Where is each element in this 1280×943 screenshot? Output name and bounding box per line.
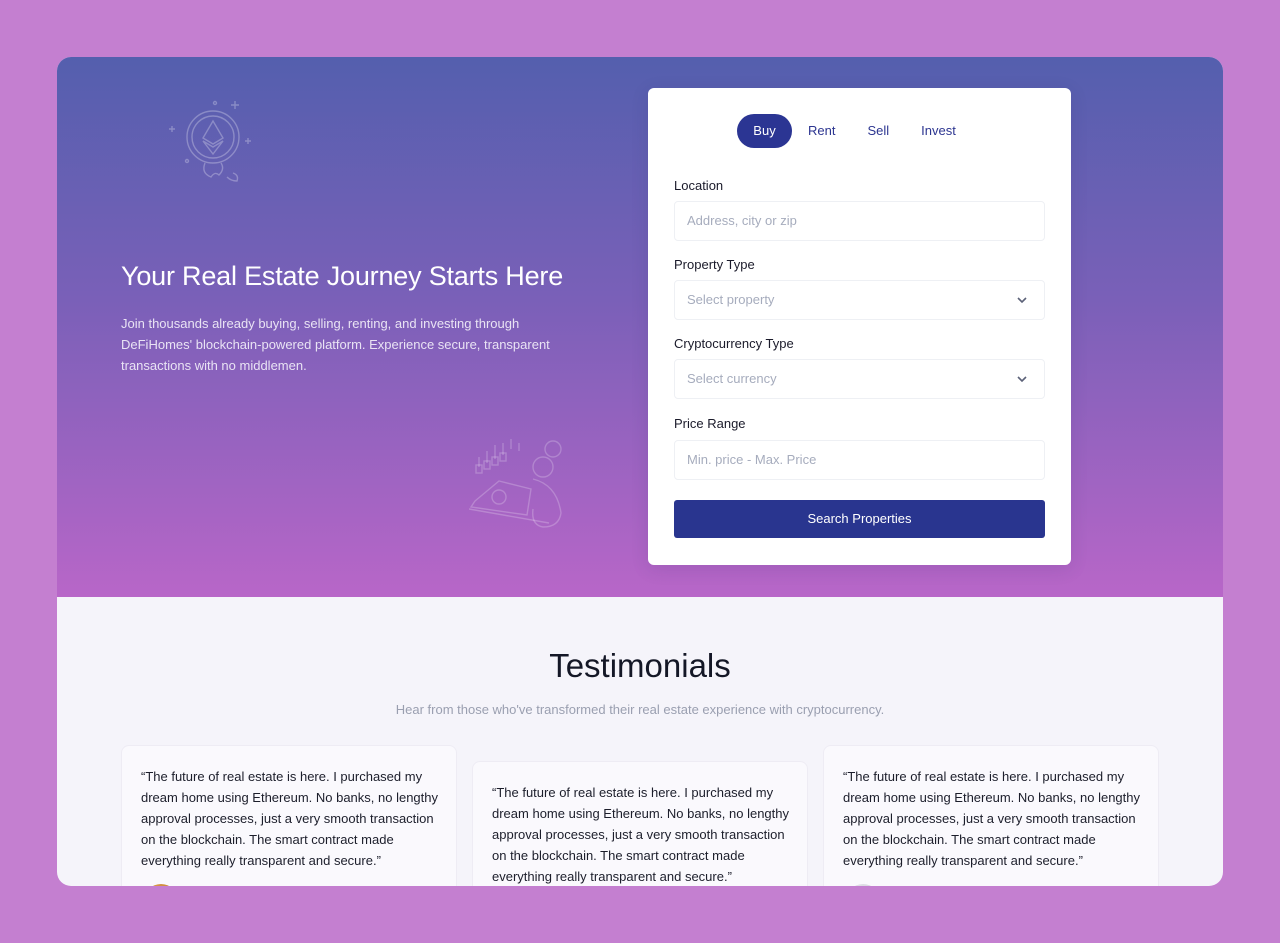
crypto-type-label: Cryptocurrency Type: [674, 336, 794, 351]
location-input[interactable]: Address, city or zip: [674, 201, 1045, 241]
testimonials-subtitle: Hear from those who've transformed their…: [395, 702, 885, 717]
property-type-select[interactable]: Select property: [674, 280, 1045, 320]
chevron-down-icon: [1017, 376, 1027, 383]
price-range-label: Price Range: [674, 416, 746, 431]
crypto-type-select[interactable]: Select currency: [674, 359, 1045, 399]
testimonial-card: “The future of real estate is here. I pu…: [121, 745, 457, 886]
ethereum-coin-icon: [169, 100, 251, 182]
tab-sell[interactable]: Sell: [851, 114, 905, 148]
crypto-type-value: Select currency: [687, 371, 777, 386]
tab-buy[interactable]: Buy: [737, 114, 792, 148]
avatar: [144, 884, 178, 886]
location-label: Location: [674, 178, 724, 193]
testimonial-quote: “The future of real estate is here. I pu…: [492, 785, 790, 884]
testimonial-card: “The future of real estate is here. I pu…: [823, 745, 1159, 886]
avatar: [846, 884, 880, 886]
testimonials-title: Testimonials: [549, 647, 731, 684]
price-range-input[interactable]: Min. price - Max. Price: [674, 440, 1045, 480]
hero-description: Join thousands already buying, selling, …: [121, 316, 550, 373]
hero-title: Your Real Estate Journey Starts Here: [121, 261, 564, 291]
crypto-trader-icon: [469, 439, 562, 528]
page-frame: Your Real Estate Journey Starts Here Joi…: [57, 57, 1223, 886]
tab-invest[interactable]: Invest: [905, 114, 972, 148]
hero-section: Your Real Estate Journey Starts Here Joi…: [57, 57, 1223, 597]
testimonial-quote: “The future of real estate is here. I pu…: [843, 769, 1141, 868]
search-mode-tabs: Buy Rent Sell Invest: [737, 114, 972, 148]
property-type-label: Property Type: [674, 257, 755, 272]
chevron-down-icon: [1017, 297, 1027, 304]
property-search-card: Buy Rent Sell Invest Location Address, c…: [648, 88, 1071, 565]
testimonial-card: “The future of real estate is here. I pu…: [472, 761, 808, 886]
testimonial-quote: “The future of real estate is here. I pu…: [141, 769, 439, 868]
property-type-value: Select property: [687, 292, 775, 307]
search-properties-button[interactable]: Search Properties: [674, 500, 1045, 538]
tab-rent[interactable]: Rent: [792, 114, 851, 148]
